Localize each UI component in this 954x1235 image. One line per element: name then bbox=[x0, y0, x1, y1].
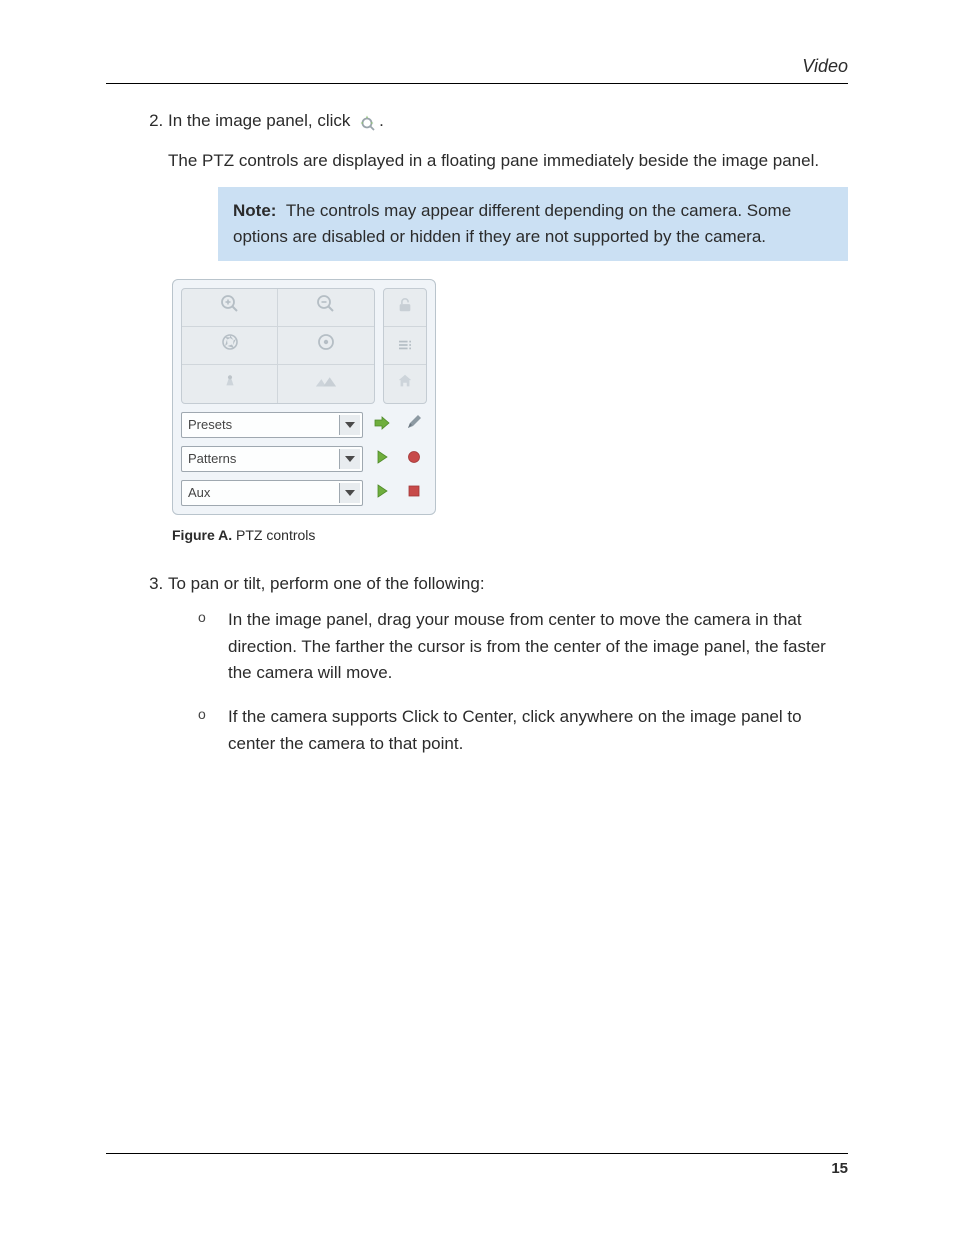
dropdown-caret-icon bbox=[339, 483, 360, 503]
ptz-top-section bbox=[181, 288, 427, 404]
iris-open-icon bbox=[220, 332, 240, 360]
page-footer: 15 bbox=[106, 1153, 848, 1177]
figure-label: Figure A. bbox=[172, 527, 232, 543]
ptz-inline-icon bbox=[357, 113, 377, 131]
step-2-text-after: . bbox=[379, 111, 384, 130]
preset-go-button[interactable] bbox=[369, 413, 395, 437]
presets-row: Presets bbox=[181, 412, 427, 438]
iris-close-button[interactable] bbox=[278, 327, 374, 365]
presets-label: Presets bbox=[188, 417, 232, 432]
patterns-dropdown[interactable]: Patterns bbox=[181, 446, 363, 472]
focus-far-button[interactable] bbox=[278, 365, 374, 403]
zoom-out-icon bbox=[316, 294, 336, 322]
step-3-text: To pan or tilt, perform one of the follo… bbox=[168, 574, 485, 593]
patterns-label: Patterns bbox=[188, 451, 236, 466]
zoom-in-icon bbox=[220, 294, 240, 322]
page-content: In the image panel, click . The PTZ cont… bbox=[138, 108, 848, 775]
zoom-in-button[interactable] bbox=[182, 289, 278, 327]
menu-button[interactable] bbox=[384, 327, 426, 365]
ptz-panel: Presets bbox=[172, 279, 436, 515]
step-3-sublist: In the image panel, drag your mouse from… bbox=[198, 607, 848, 757]
note-label: Note: bbox=[233, 201, 276, 220]
figure-caption: Figure A. PTZ controls bbox=[172, 525, 848, 547]
home-button[interactable] bbox=[384, 365, 426, 403]
aux-stop-button[interactable] bbox=[401, 481, 427, 505]
focus-near-button[interactable] bbox=[182, 365, 278, 403]
play-icon bbox=[375, 480, 389, 506]
lock-button[interactable] bbox=[384, 289, 426, 327]
focus-near-icon bbox=[221, 371, 239, 397]
step-3-bullet-1: In the image panel, drag your mouse from… bbox=[198, 607, 848, 686]
focus-far-icon bbox=[314, 371, 338, 397]
ptz-button-grid bbox=[181, 288, 375, 404]
stop-icon bbox=[407, 480, 421, 506]
pencil-icon bbox=[406, 412, 422, 438]
note-box: Note: The controls may appear different … bbox=[218, 187, 848, 262]
step-2-description: The PTZ controls are displayed in a floa… bbox=[168, 148, 848, 174]
dropdown-caret-icon bbox=[339, 415, 360, 435]
page-number: 15 bbox=[831, 1160, 848, 1177]
page-header: Video bbox=[106, 56, 848, 84]
aux-row: Aux bbox=[181, 480, 427, 506]
step-3: To pan or tilt, perform one of the follo… bbox=[168, 571, 848, 757]
record-icon bbox=[407, 446, 421, 472]
aux-play-button[interactable] bbox=[369, 481, 395, 505]
patterns-row: Patterns bbox=[181, 446, 427, 472]
dropdown-caret-icon bbox=[339, 449, 360, 469]
figure-text: PTZ controls bbox=[236, 527, 315, 543]
play-icon bbox=[375, 446, 389, 472]
presets-dropdown[interactable]: Presets bbox=[181, 412, 363, 438]
zoom-out-button[interactable] bbox=[278, 289, 374, 327]
iris-open-button[interactable] bbox=[182, 327, 278, 365]
note-text: The controls may appear different depend… bbox=[233, 201, 791, 246]
home-icon bbox=[397, 371, 413, 397]
step-2-text-before: In the image panel, click bbox=[168, 111, 355, 130]
aux-label: Aux bbox=[188, 485, 210, 500]
ptz-side-column bbox=[383, 288, 427, 404]
lock-icon bbox=[397, 295, 413, 321]
header-title: Video bbox=[802, 56, 848, 76]
step-3-bullet-2: If the camera supports Click to Center, … bbox=[198, 704, 848, 757]
pattern-play-button[interactable] bbox=[369, 447, 395, 471]
menu-list-icon bbox=[397, 333, 413, 359]
step-2: In the image panel, click . The PTZ cont… bbox=[168, 108, 848, 547]
iris-close-icon bbox=[316, 332, 336, 360]
aux-dropdown[interactable]: Aux bbox=[181, 480, 363, 506]
pattern-record-button[interactable] bbox=[401, 447, 427, 471]
preset-edit-button[interactable] bbox=[401, 413, 427, 437]
arrow-right-icon bbox=[374, 412, 390, 438]
numbered-list: In the image panel, click . The PTZ cont… bbox=[138, 108, 848, 757]
